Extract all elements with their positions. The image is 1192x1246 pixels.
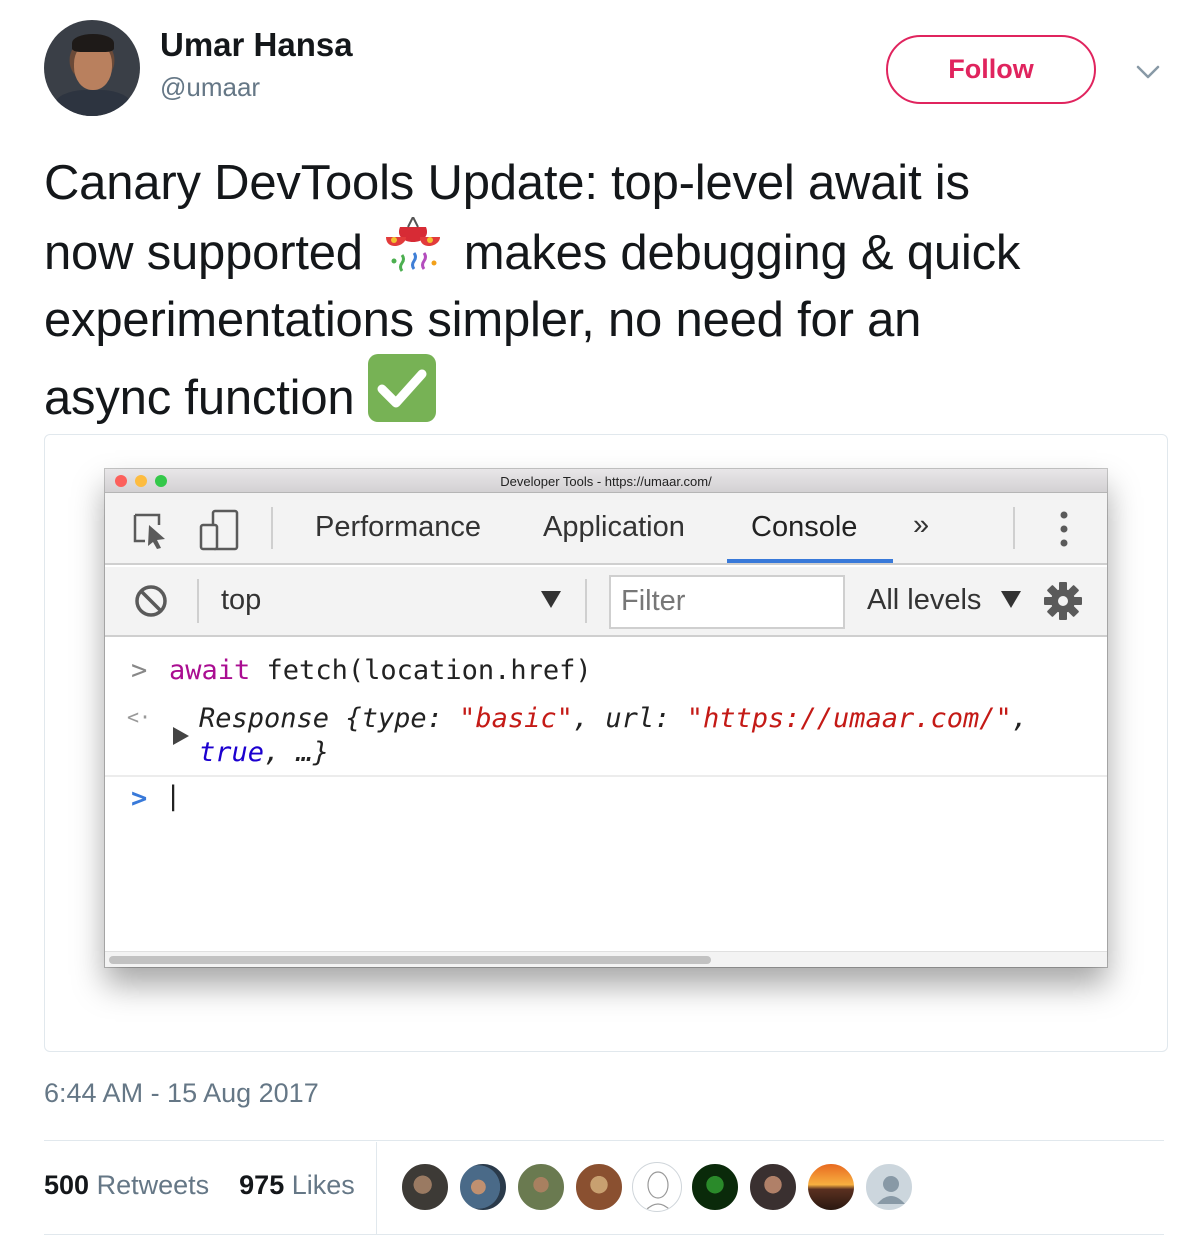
console-input-line: await fetch(location.href) (169, 655, 592, 686)
tab-console[interactable]: Console (751, 511, 857, 544)
active-tab-indicator (727, 559, 893, 563)
user-handle[interactable]: @umaar (160, 72, 260, 103)
follow-button[interactable]: Follow (886, 35, 1096, 104)
user-avatar[interactable] (44, 20, 140, 116)
divider (44, 1234, 1164, 1235)
avatar-shirt (54, 90, 132, 116)
confetti-ball-icon (386, 217, 441, 272)
tweet-stats: 500 Retweets 975 Likes (44, 1170, 355, 1201)
liker-avatar[interactable] (748, 1162, 798, 1212)
liker-avatar[interactable] (516, 1162, 566, 1212)
tweet-timestamp[interactable]: 6:44 AM - 15 Aug 2017 (44, 1078, 319, 1109)
horizontal-scrollbar[interactable] (105, 951, 1107, 967)
window-titlebar: Developer Tools - https://umaar.com/ (105, 469, 1107, 493)
console-output-line[interactable]: Response {type: "basic", url: "https://u… (199, 703, 1028, 734)
liker-avatar[interactable] (806, 1162, 856, 1212)
tweet-media-card[interactable]: Developer Tools - https://umaar.com/ Per… (44, 434, 1168, 1052)
console-prompt-input[interactable]: | (165, 781, 181, 812)
retweets-stat[interactable]: 500 Retweets (44, 1170, 209, 1200)
tabbar-separator (1013, 507, 1015, 549)
tweet-line-3: experimentations simpler, no need for an (44, 293, 922, 347)
display-name[interactable]: Umar Hansa (160, 26, 353, 64)
tweet-line-2: now supported makes debugging & quick (44, 217, 1174, 287)
likes-stat[interactable]: 975 Likes (239, 1170, 355, 1200)
tab-performance[interactable]: Performance (315, 511, 481, 544)
default-profile-icon (877, 1176, 905, 1204)
gear-icon[interactable] (1043, 581, 1083, 621)
console-toolbar: top Filter All levels (105, 567, 1107, 637)
console-row-divider (105, 775, 1107, 777)
toolbar-separator (585, 579, 587, 623)
window-title: Developer Tools - https://umaar.com/ (500, 474, 712, 489)
liker-avatar[interactable] (458, 1162, 508, 1212)
liker-avatar[interactable] (632, 1162, 682, 1212)
tabbar-separator (271, 507, 273, 549)
caret-down-icon[interactable] (541, 591, 561, 609)
chevron-down-icon[interactable] (1134, 58, 1162, 86)
expand-triangle-icon[interactable] (173, 727, 189, 745)
devtools-tabbar: Performance Application Console » (105, 493, 1107, 565)
filter-input[interactable]: Filter (609, 575, 845, 629)
toolbar-separator (197, 579, 199, 623)
tab-application[interactable]: Application (543, 511, 685, 544)
devtools-window: Developer Tools - https://umaar.com/ Per… (105, 469, 1107, 967)
clear-console-icon[interactable] (133, 583, 169, 619)
device-toolbar-icon[interactable] (199, 509, 241, 553)
output-prompt: <· (127, 705, 152, 729)
stats-separator (376, 1142, 377, 1234)
cursor-prompt: > (131, 783, 148, 814)
liker-avatar[interactable] (690, 1162, 740, 1212)
console-panel[interactable]: > await fetch(location.href) <· Response… (105, 639, 1107, 955)
caret-down-icon[interactable] (1001, 591, 1021, 609)
avatar-hair (72, 34, 114, 52)
sketch-face-icon (644, 1171, 672, 1211)
liker-avatar[interactable] (574, 1162, 624, 1212)
kebab-menu-icon[interactable] (1057, 507, 1071, 551)
console-output-line-2: true, …} (199, 737, 330, 768)
more-tabs-button[interactable]: » (913, 509, 929, 542)
inspect-element-icon[interactable] (131, 511, 171, 551)
tweet-line-1: Canary DevTools Update: top-level await … (44, 156, 970, 210)
context-selector[interactable]: top (221, 584, 261, 617)
divider (44, 1140, 1164, 1141)
scrollbar-thumb[interactable] (109, 956, 711, 964)
liker-avatar[interactable] (864, 1162, 914, 1212)
check-mark-button-icon (367, 354, 436, 422)
tweet-text: Canary DevTools Update: top-level await … (44, 150, 1174, 432)
tweet-line-4: async function (44, 354, 1174, 432)
input-prompt: > (131, 655, 148, 686)
log-levels-dropdown[interactable]: All levels (867, 584, 981, 617)
liker-avatar[interactable] (400, 1162, 450, 1212)
